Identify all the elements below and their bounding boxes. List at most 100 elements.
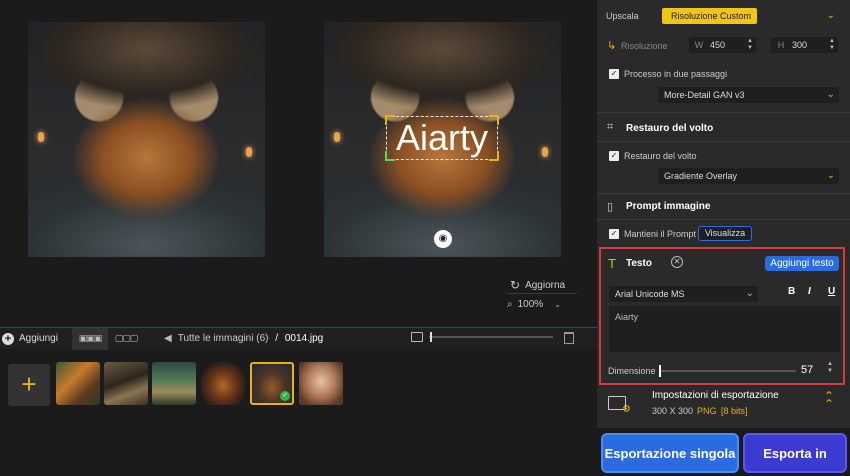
divider [597,141,850,142]
chevron-down-icon: ⌄ [826,170,835,181]
monitor-gear-icon: ⚙ [608,396,631,415]
thumbnail-burger[interactable] [201,362,245,405]
slider-knob[interactable] [430,332,432,342]
export-format: PNG [697,406,717,416]
stepper-icon[interactable]: ▲ ▼ [747,38,753,52]
zoom-value: 100% [517,298,544,310]
width-label: W [689,37,709,53]
bold-button[interactable]: B [788,286,795,297]
model-value: More-Detail GAN v3 [664,90,745,100]
breadcrumb-all-images[interactable]: Tutte le immagini (6) [178,333,269,344]
upscale-mode-select[interactable]: Risoluzione Custom [662,8,757,24]
view-prompt-button[interactable]: Visualizza [698,226,752,241]
font-select[interactable]: Arial Unicode MS ⌄ [609,286,758,302]
face-mode-select[interactable]: Gradiente Overlay ⌄ [658,168,839,184]
zoom-select[interactable]: ⌕ 100% ⌄ [507,295,577,313]
chevron-down-icon: ⌄ [554,299,561,309]
thumbnail-size-slider[interactable] [411,332,553,342]
export-settings[interactable]: ⚙ Impostazioni di esportazione 300 X 300… [597,386,850,428]
text-overlay[interactable]: Aiarty [396,117,488,158]
thumbnail-bird[interactable] [104,362,148,405]
width-input[interactable]: 450 ▲ ▼ [708,37,756,53]
slider-track[interactable] [429,332,553,342]
single-export-button[interactable]: Esportazione singola [601,433,739,473]
divider [507,293,577,294]
height-label: H [771,37,791,53]
add-images-button[interactable]: + Aggiungi [0,332,72,345]
trash-icon[interactable] [564,332,574,344]
two-pass-label: Processo in due passaggi [624,69,728,79]
strip-view-icon[interactable]: ▢▢▢ [108,328,144,350]
two-pass-checkbox[interactable]: ✓ [609,69,619,79]
text-tool-icon: T [608,256,616,271]
chevron-down-icon: ⌄ [745,288,754,299]
thumbnail-portrait[interactable] [299,362,343,405]
thumbnail-fairy[interactable] [152,362,196,405]
chevron-down-icon: ⌄ [826,10,835,21]
compare-eye-icon[interactable]: ◉ [434,230,452,248]
chevron-down-icon: ⌄ [826,89,835,100]
keep-prompt-checkbox[interactable]: ✓ [609,229,619,239]
text-section-title: Testo [626,258,652,269]
face-restore-checkbox[interactable]: ✓ [609,151,619,161]
size-stepper-icon[interactable]: ▲ ▼ [827,361,833,375]
export-bits: [8 bits] [721,406,748,416]
text-input[interactable]: Aiarty [609,306,840,352]
thumbnail-strip: + ✓ [0,352,597,476]
chevron-up-icon[interactable]: ⌃ ⌃ [824,390,834,410]
add-label: Aggiungi [19,333,58,344]
breadcrumb-separator: / [275,333,279,344]
height-value: 300 [792,40,808,50]
model-select[interactable]: More-Detail GAN v3 ⌄ [658,87,839,103]
underline-button[interactable]: U [828,286,835,297]
refresh-button[interactable]: ↻ Aggiorna [510,278,565,292]
size-slider[interactable] [659,365,796,377]
text-section: T Testo ✕ Aggiungi testo Arial Unicode M… [599,247,845,385]
resize-handle-top-left[interactable] [385,115,395,125]
add-text-button[interactable]: Aggiungi testo [765,256,839,271]
face-section-title: Restauro del volto [626,123,714,134]
height-input[interactable]: 300 ▲ ▼ [790,37,838,53]
face-restore-label: Restauro del volto [624,151,697,161]
size-label: Dimensione [608,366,656,376]
breadcrumb: Tutte le immagini (6) / 0014.jpg [178,333,324,344]
check-icon: ✓ [280,391,290,401]
resize-handle-bottom-left[interactable] [385,151,395,161]
width-value: 450 [710,40,726,50]
upscale-dropdown-arrow[interactable]: ⌄ [759,8,839,24]
grid-view-icon[interactable]: ▣▣▣ [72,327,108,350]
add-image-tile[interactable]: + [8,364,50,406]
thumbnail-tiger[interactable] [56,362,100,405]
resolution-label: Risoluzione [621,41,668,51]
image-icon [411,332,423,342]
divider [597,219,850,220]
keep-prompt-label: Mantieni il Prompt [624,229,697,239]
breadcrumb-file: 0014.jpg [284,333,324,344]
link-icon: ↳ [607,40,617,52]
resize-handle-bottom-right[interactable] [489,151,499,161]
batch-export-button[interactable]: Esporta in batch [743,433,847,473]
resize-handle-top-right[interactable] [489,115,499,125]
thumbnail-dog-selected[interactable]: ✓ [250,362,294,405]
close-icon[interactable]: ✕ [671,256,683,268]
text-overlay-box[interactable]: Aiarty [385,115,499,161]
export-settings-title: Impostazioni di esportazione [652,390,779,401]
face-mode-value: Gradiente Overlay [664,171,738,181]
image-toolbar: + Aggiungi ▣▣▣ ▢▢▢ ◀ Tutte le immagini (… [0,327,597,350]
italic-button[interactable]: I [808,286,811,297]
prompt-section-title: Prompt immagine [626,201,711,212]
export-buttons: Esportazione singola Esporta in batch [597,428,850,476]
divider [597,112,850,113]
plus-circle-icon: + [2,332,14,345]
back-arrow-icon[interactable]: ◀ [164,333,172,344]
size-slider-knob[interactable] [659,365,661,377]
stepper-icon[interactable]: ▲ ▼ [829,38,835,52]
divider [597,193,850,194]
app-window: Aiarty ◉ ↻ Aggiorna ⌕ 100% ⌄ + Aggiungi … [0,0,850,476]
size-value: 57 [801,364,814,376]
refresh-label: Aggiorna [525,279,566,291]
font-value: Arial Unicode MS [615,289,685,299]
settings-panel: Upscala Risoluzione Custom ⌄ ↳ Risoluzio… [597,0,850,476]
refresh-icon: ↻ [510,278,521,292]
export-dims: 300 X 300 [652,406,694,416]
